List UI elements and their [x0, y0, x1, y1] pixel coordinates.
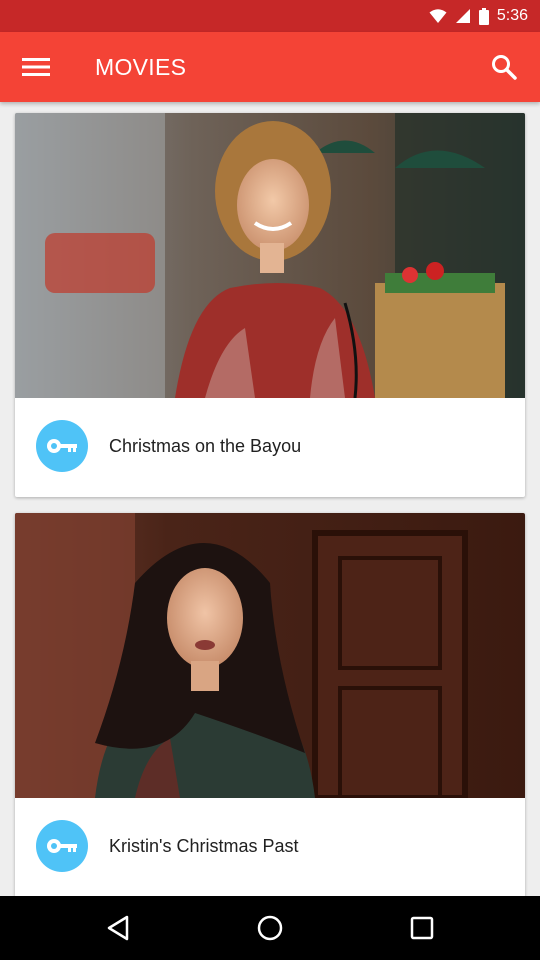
movie-card[interactable]: Christmas on the Bayou: [15, 113, 525, 497]
recents-icon: [410, 916, 434, 940]
movie-title: Kristin's Christmas Past: [109, 836, 299, 856]
status-time: 5:36: [496, 7, 528, 24]
recents-button[interactable]: [398, 904, 446, 952]
menu-icon: [22, 58, 50, 76]
movie-still-woman-in-shop: [15, 113, 525, 398]
wifi-icon: [429, 9, 447, 23]
movie-card[interactable]: Kristin's Christmas Past: [15, 513, 525, 896]
search-icon: [492, 55, 517, 80]
key-badge: [36, 420, 88, 472]
movie-poster-image[interactable]: [15, 513, 525, 798]
back-icon: [107, 915, 129, 941]
key-icon: [47, 439, 77, 453]
status-icons: 5:36: [429, 0, 528, 32]
movie-still-woman-by-door: [15, 513, 525, 798]
menu-button[interactable]: [14, 45, 58, 89]
navigation-bar: [0, 896, 540, 960]
key-icon: [47, 839, 77, 853]
movie-card-footer: Christmas on the Bayou: [15, 398, 525, 497]
status-bar: 5:36: [0, 0, 540, 32]
search-button[interactable]: [482, 45, 526, 89]
signal-icon: [455, 9, 470, 23]
back-button[interactable]: [94, 904, 142, 952]
app-bar: MOVIES: [0, 32, 540, 102]
movie-card-footer: Kristin's Christmas Past: [15, 798, 525, 896]
home-icon: [257, 915, 283, 941]
movie-title: Christmas on the Bayou: [109, 436, 302, 456]
key-badge: [36, 820, 88, 872]
battery-icon: [478, 7, 489, 25]
movie-poster-image[interactable]: [15, 113, 525, 398]
page-title: MOVIES: [95, 54, 187, 80]
movie-list: Christmas on the Bayou Kristin's Christm…: [0, 102, 540, 896]
home-button[interactable]: [246, 904, 294, 952]
